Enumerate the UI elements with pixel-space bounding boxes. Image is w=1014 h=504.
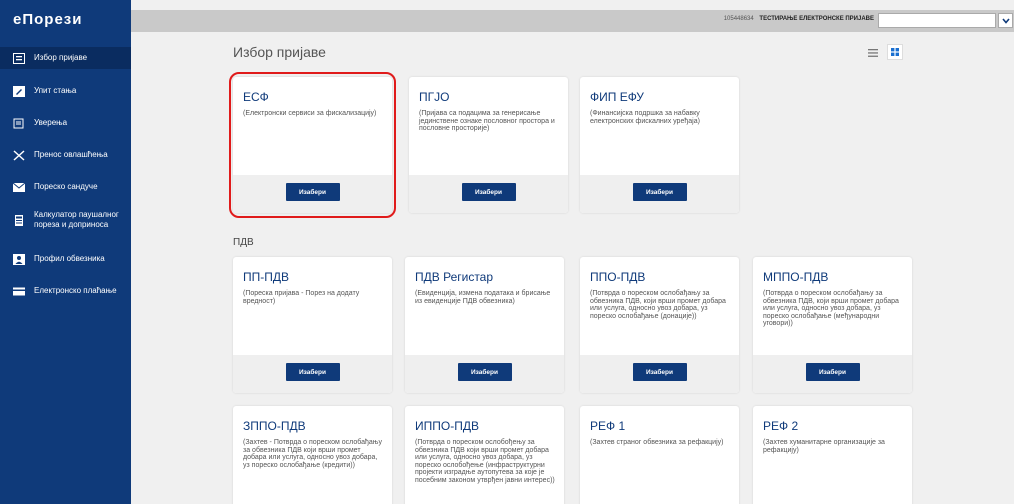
edit-icon bbox=[13, 86, 25, 97]
service-card-mppo-pdv: МППО-ПДВ (Потврда о пореском ослобађању … bbox=[753, 257, 912, 393]
calculator-icon bbox=[13, 215, 25, 226]
sidebar-item-label: Уверења bbox=[34, 118, 68, 127]
service-card-pp-pdv: ПП-ПДВ (Пореска пријава - Порез на додат… bbox=[233, 257, 392, 393]
service-card-ref1: РЕФ 1 (Захтев страног обвезника за рефак… bbox=[580, 406, 739, 504]
card-title: ППО-ПДВ bbox=[590, 270, 646, 284]
sidebar-item-label: Пренос овлашћења bbox=[34, 150, 108, 159]
select-button[interactable]: Изабери bbox=[285, 183, 340, 201]
card-title: ПП-ПДВ bbox=[243, 270, 290, 284]
sidebar-item-label: Електронско плаћање bbox=[34, 286, 117, 295]
sidebar-item-label: Пореско сандуче bbox=[34, 182, 98, 191]
card-description: (Евиденција, измена података и брисање и… bbox=[415, 290, 551, 305]
sidebar-item-poresko-sanduce[interactable]: Пореско сандуче bbox=[0, 182, 131, 193]
card-title: ЕСФ bbox=[243, 90, 269, 104]
app-logo[interactable]: еПорези bbox=[0, 0, 131, 38]
service-card-ref2: РЕФ 2 (Захтев хуманитарне организације з… bbox=[753, 406, 912, 504]
service-card-zppo-pdv: ЗППО-ПДВ (Захтев - Потврда о пореском ос… bbox=[233, 406, 392, 504]
select-button[interactable]: Изабери bbox=[461, 183, 516, 201]
select-button[interactable]: Изабери bbox=[632, 183, 687, 201]
sidebar-item-elektronsko-placanje[interactable]: Електронско плаћање bbox=[0, 286, 131, 297]
card-description: (Потврда о пореском ослобађању за обвезн… bbox=[590, 290, 726, 320]
profile-icon bbox=[13, 254, 25, 265]
sidebar-item-prenos-ovlascenja[interactable]: Пренос овлашћења bbox=[0, 150, 131, 161]
grid-icon bbox=[891, 48, 899, 56]
mailbox-icon bbox=[13, 182, 25, 193]
dropdown-button[interactable] bbox=[998, 13, 1013, 28]
sidebar-item-label: Профил обвезника bbox=[34, 254, 105, 263]
select-button[interactable]: Изабери bbox=[285, 363, 340, 381]
service-card-esf: ЕСФ (Електронски сервиси за фискализациј… bbox=[233, 77, 392, 213]
card-footer: Изабери bbox=[753, 355, 912, 393]
card-title: МППО-ПДВ bbox=[763, 270, 829, 284]
list-icon bbox=[868, 49, 878, 57]
service-card-pgjo: ПГЈО (Пријава са подацима за генерисање … bbox=[409, 77, 568, 213]
card-description: (Пореска пријава - Порез на додату вредн… bbox=[243, 290, 360, 305]
service-card-fip-efu: ФИП ЕФУ (Финансијска подршка за набавку … bbox=[580, 77, 739, 213]
sidebar-item-uverenja[interactable]: Уверења bbox=[0, 118, 131, 129]
card-description: (Захтев страног обвезника за рефакцију) bbox=[590, 439, 724, 446]
transfer-icon bbox=[13, 150, 25, 161]
form-icon bbox=[13, 53, 25, 64]
card-footer: Изабери bbox=[580, 175, 739, 213]
select-button[interactable]: Изабери bbox=[805, 363, 860, 381]
certificate-icon bbox=[13, 118, 25, 129]
select-button[interactable]: Изабери bbox=[632, 363, 687, 381]
card-footer: Изабери bbox=[233, 175, 392, 213]
sidebar-item-label: Избор пријаве bbox=[34, 53, 88, 62]
sidebar-item-izbor-prijave[interactable]: Избор пријаве bbox=[0, 47, 131, 69]
sidebar-item-label: Калкулатор паушалног пореза и доприноса bbox=[34, 210, 119, 229]
card-description: (Пријава са подацима за генерисање једин… bbox=[419, 110, 555, 132]
card-title: ФИП ЕФУ bbox=[590, 90, 644, 104]
card-footer: Изабери bbox=[233, 355, 392, 393]
service-card-ppo-pdv: ППО-ПДВ (Потврда о пореском ослобађању з… bbox=[580, 257, 739, 393]
select-button[interactable]: Изабери bbox=[457, 363, 512, 381]
card-description: (Захтев - Потврда о пореском ослобађању … bbox=[243, 439, 382, 469]
card-description: (Захтев хуманитарне организације за рефа… bbox=[763, 439, 885, 454]
card-title: ЗППО-ПДВ bbox=[243, 419, 306, 433]
sidebar-item-label: Упит стања bbox=[34, 86, 77, 95]
user-info: 105448634 ТЕСТИРАЊЕ ЕЛЕКТРОНСКЕ ПРИЈАВЕ bbox=[724, 16, 874, 22]
payment-card-icon bbox=[13, 286, 25, 297]
card-description: (Потврда о пореском ослобођењу за обвезн… bbox=[415, 439, 555, 484]
card-description: (Финансијска подршка за набавку електрон… bbox=[590, 110, 700, 125]
section-title-pdv: ПДВ bbox=[233, 237, 254, 248]
sidebar-item-kalkulator[interactable]: Калкулатор паушалног пореза и доприноса bbox=[0, 210, 131, 230]
card-title: ПГЈО bbox=[419, 90, 450, 104]
card-title: РЕФ 1 bbox=[590, 419, 626, 433]
card-description: (Електронски сервиси за фискализацију) bbox=[243, 110, 377, 117]
card-title: ПДВ Регистар bbox=[415, 270, 494, 284]
top-bar: 105448634 ТЕСТИРАЊЕ ЕЛЕКТРОНСКЕ ПРИЈАВЕ bbox=[131, 10, 1014, 32]
sidebar-item-profil-obveznika[interactable]: Профил обвезника bbox=[0, 254, 131, 265]
page-title: Избор пријаве bbox=[233, 44, 326, 60]
user-id: 105448634 bbox=[723, 16, 754, 22]
taxpayer-select[interactable] bbox=[878, 13, 996, 28]
user-name: ТЕСТИРАЊЕ ЕЛЕКТРОНСКЕ ПРИЈАВЕ bbox=[759, 16, 874, 22]
card-title: ИППО-ПДВ bbox=[415, 419, 479, 433]
card-footer: Изабери bbox=[405, 355, 564, 393]
card-description: (Потврда о пореском ослобађању за обвезн… bbox=[763, 290, 899, 327]
grid-view-button[interactable] bbox=[887, 44, 903, 60]
card-footer: Изабери bbox=[580, 355, 739, 393]
service-card-ippo-pdv: ИППО-ПДВ (Потврда о пореском ослобођењу … bbox=[405, 406, 564, 504]
chevron-down-icon bbox=[1001, 17, 1010, 24]
card-footer: Изабери bbox=[409, 175, 568, 213]
sidebar-item-upit-stanja[interactable]: Упит стања bbox=[0, 86, 131, 97]
card-title: РЕФ 2 bbox=[763, 419, 799, 433]
sidebar: еПорези Избор пријаве Упит стања Уверења… bbox=[0, 0, 131, 504]
service-card-pdv-registar: ПДВ Регистар (Евиденција, измена податак… bbox=[405, 257, 564, 393]
list-view-button[interactable] bbox=[867, 46, 879, 58]
